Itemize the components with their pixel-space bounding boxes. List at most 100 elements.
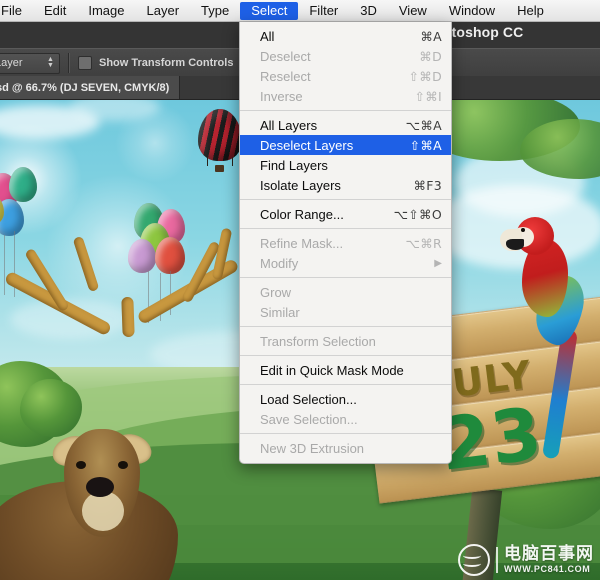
menubar-item-layer[interactable]: Layer xyxy=(136,2,191,20)
menu-item-label: Deselect xyxy=(260,48,311,64)
menu-item-refine-mask: Refine Mask... ⌥⌘R xyxy=(240,233,451,253)
menu-separator xyxy=(240,110,451,111)
menubar-item-help[interactable]: Help xyxy=(506,2,555,20)
menu-item-label: Isolate Layers xyxy=(260,177,341,193)
deer-eye xyxy=(76,461,86,469)
watermark-divider xyxy=(496,547,498,573)
menu-bar[interactable]: File Edit Image Layer Type Select Filter 3D View… xyxy=(0,0,600,22)
menubar-item-label: Layer xyxy=(146,2,180,18)
menu-item-label: Transform Selection xyxy=(260,333,376,349)
menu-item-transform-selection: Transform Selection xyxy=(240,331,451,351)
menu-item-label: Find Layers xyxy=(260,157,328,173)
menu-item-shortcut: ⌥⌘A xyxy=(405,117,442,133)
menubar-item-select[interactable]: Select xyxy=(240,1,299,20)
menu-item-label: New 3D Extrusion xyxy=(260,440,365,456)
menubar-item-file[interactable]: File xyxy=(0,2,33,20)
menubar-item-label: Edit xyxy=(43,2,67,18)
menu-item-find-layers[interactable]: Find Layers xyxy=(240,155,451,175)
menubar-item-label: View xyxy=(398,2,427,18)
menu-item-isolate-layers[interactable]: Isolate Layers ⌘F3 xyxy=(240,175,451,195)
menu-item-shortcut: ⌘F3 xyxy=(413,177,442,193)
menubar-item-label: Image xyxy=(88,2,125,18)
menu-item-edit-in-quick-mask-mode[interactable]: Edit in Quick Mask Mode xyxy=(240,360,451,380)
menubar-item-label: File xyxy=(1,2,22,18)
menu-item-all-layers[interactable]: All Layers ⌥⌘A xyxy=(240,115,451,135)
menubar-item-label: Type xyxy=(201,2,230,18)
cloud xyxy=(430,185,600,269)
menu-item-shortcut: ⌥⇧⌘O xyxy=(393,206,442,222)
menu-separator xyxy=(240,355,451,356)
deer-antler xyxy=(121,296,135,338)
deer-snout xyxy=(82,491,124,531)
show-transform-controls-checkbox[interactable] xyxy=(78,56,92,70)
balloon-rope xyxy=(232,157,233,166)
watermark-logo-icon xyxy=(458,544,490,576)
menu-item-deselect-layers[interactable]: Deselect Layers ⇧⌘A xyxy=(240,135,451,155)
document-tab-title: sd @ 66.7% (DJ SEVEN, CMYK/8) xyxy=(0,81,170,94)
divider xyxy=(68,53,70,73)
menubar-item-3d[interactable]: 3D xyxy=(349,2,388,20)
menubar-item-image[interactable]: Image xyxy=(77,2,135,20)
menu-item-label: Modify xyxy=(260,255,299,271)
balloon-basket xyxy=(215,165,224,172)
menu-item-modify: Modify ▶ xyxy=(240,253,451,273)
menu-item-shortcut: ⌘A xyxy=(420,28,442,44)
menu-item-load-selection[interactable]: Load Selection... xyxy=(240,389,451,409)
menu-item-shortcut: ⇧⌘I xyxy=(414,88,442,104)
menubar-item-label: Select xyxy=(251,2,288,18)
menu-item-label: Grow xyxy=(260,284,292,300)
menu-item-label: Deselect Layers xyxy=(260,137,354,153)
menu-item-inverse: Inverse ⇧⌘I xyxy=(240,86,451,106)
menu-separator xyxy=(240,277,451,278)
select-menu-dropdown[interactable]: All ⌘A Deselect ⌘D Reselect ⇧⌘D Inverse ⇧⌘I All … xyxy=(239,22,452,464)
menu-item-shortcut: ⇧⌘D xyxy=(408,68,442,84)
menubar-item-label: 3D xyxy=(360,2,377,18)
stepper-icon[interactable]: ▲ ▼ xyxy=(44,55,57,72)
menu-separator xyxy=(240,433,451,434)
menu-item-grow: Grow xyxy=(240,282,451,302)
menu-item-all[interactable]: All ⌘A xyxy=(240,26,451,46)
menu-item-similar: Similar xyxy=(240,302,451,322)
document-tab[interactable]: sd @ 66.7% (DJ SEVEN, CMYK/8) xyxy=(0,76,181,99)
menubar-item-label: Help xyxy=(517,2,544,18)
menu-item-save-selection: Save Selection... xyxy=(240,409,451,429)
watermark-chinese: 电脑百事网 xyxy=(504,544,594,564)
watermark-text: 电脑百事网 WWW.PC841.COM xyxy=(504,546,594,574)
party-balloon xyxy=(9,167,37,202)
parrot-eye xyxy=(521,228,525,232)
menu-item-label: Load Selection... xyxy=(260,391,357,407)
show-transform-controls-label: Show Transform Controls xyxy=(99,57,234,69)
menu-item-label: Similar xyxy=(260,304,300,320)
submenu-arrow-icon: ▶ xyxy=(434,257,442,269)
menu-item-new-3d-extrusion: New 3D Extrusion xyxy=(240,438,451,458)
menubar-item-edit[interactable]: Edit xyxy=(33,2,77,20)
balloon-rope xyxy=(207,157,208,166)
menu-item-color-range[interactable]: Color Range... ⌥⇧⌘O xyxy=(240,204,451,224)
menubar-item-window[interactable]: Window xyxy=(438,2,506,20)
menu-item-deselect: Deselect ⌘D xyxy=(240,46,451,66)
menu-item-label: Save Selection... xyxy=(260,411,358,427)
menubar-item-type[interactable]: Type xyxy=(190,2,240,20)
menu-item-shortcut: ⇧⌘A xyxy=(409,137,442,153)
sign-day-text: 23 xyxy=(435,391,547,487)
menubar-item-label: Filter xyxy=(309,2,339,18)
deer-eye xyxy=(118,461,128,469)
layer-select-value: Layer xyxy=(0,57,23,69)
app-title: otoshop CC xyxy=(443,24,524,40)
menubar-item-view[interactable]: View xyxy=(388,2,438,20)
menu-separator xyxy=(240,199,451,200)
menu-separator xyxy=(240,326,451,327)
layer-select-dropdown[interactable]: Layer ▲▼ xyxy=(0,52,60,74)
menu-item-label: Refine Mask... xyxy=(260,235,344,251)
party-balloon xyxy=(128,239,156,273)
menu-item-label: Edit in Quick Mask Mode xyxy=(260,362,404,378)
party-balloon xyxy=(155,237,185,274)
menu-separator xyxy=(240,384,451,385)
menu-item-label: Reselect xyxy=(260,68,311,84)
balloon-string xyxy=(4,235,5,295)
menu-item-label: All Layers xyxy=(260,117,318,133)
tree-cluster xyxy=(20,379,82,437)
watermark-url: WWW.PC841.COM xyxy=(504,564,591,574)
menu-item-shortcut: ⌥⌘R xyxy=(405,235,442,251)
menubar-item-filter[interactable]: Filter xyxy=(298,2,349,20)
